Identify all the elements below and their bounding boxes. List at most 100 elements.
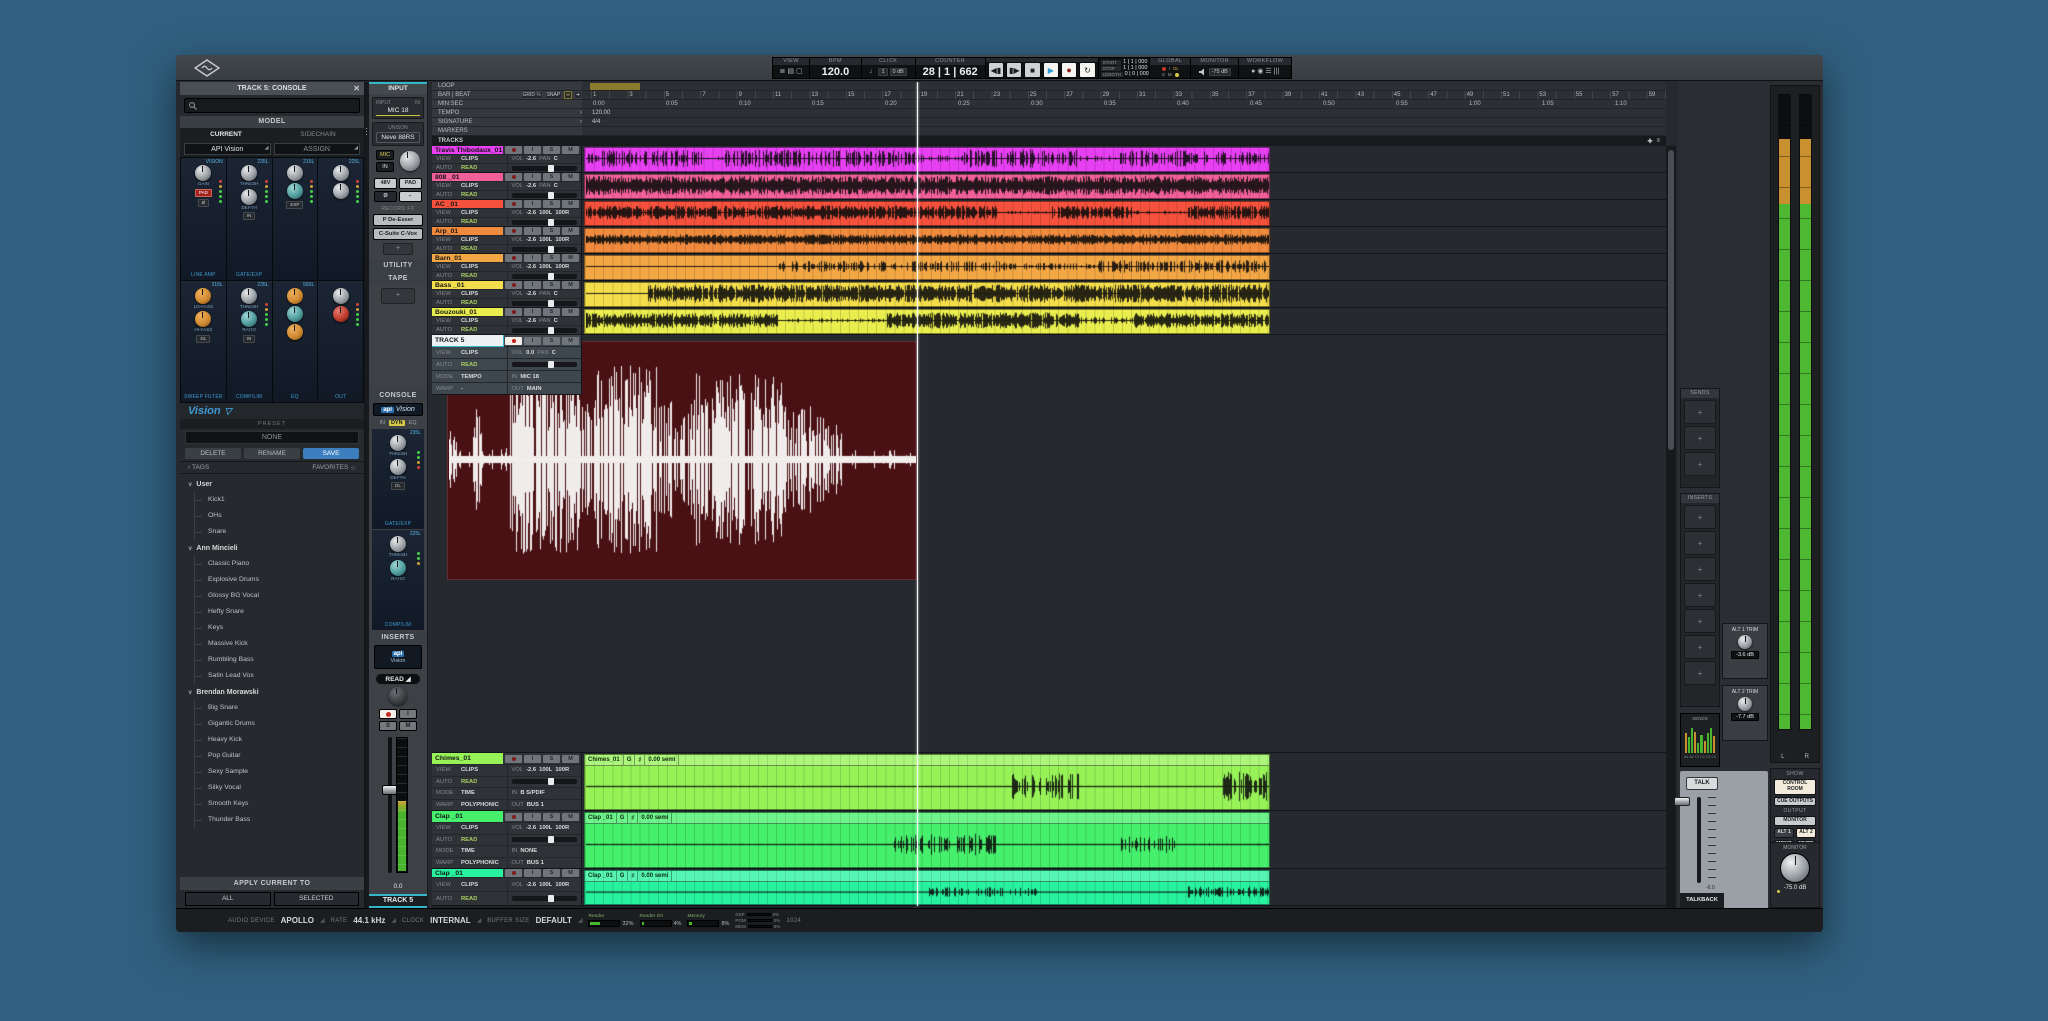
delete-button[interactable]: DELETE — [185, 448, 241, 459]
audio-clip[interactable] — [584, 255, 1270, 280]
module-chip[interactable]: PAD — [195, 189, 212, 197]
record-arm-button[interactable] — [505, 281, 522, 289]
field-value[interactable]: - — [461, 386, 463, 392]
field-value[interactable]: READ — [461, 779, 477, 785]
preset-item[interactable]: Silky Vocal — [180, 780, 364, 796]
preset-item[interactable]: OHs — [180, 508, 364, 524]
module-chip[interactable]: DL — [196, 335, 210, 343]
teal-knob[interactable] — [287, 306, 303, 322]
panel-header[interactable]: TRACK 5: CONSOLE ✕ — [180, 82, 364, 95]
audio-clip[interactable] — [584, 201, 1270, 226]
workflow-faders-icon[interactable]: ||| — [1274, 68, 1279, 75]
mute-button[interactable]: M — [562, 308, 579, 316]
record-arm-button[interactable] — [505, 337, 522, 345]
silver-knob[interactable] — [241, 165, 257, 181]
plugin-module[interactable]: 225L — [318, 158, 363, 280]
global-mute-indicator[interactable]: M — [1168, 72, 1172, 77]
skip-back-button[interactable]: ◀▮ — [988, 62, 1004, 78]
pan-right[interactable]: 100R — [555, 825, 569, 831]
track-lane[interactable] — [432, 227, 1666, 254]
solo-button[interactable]: S — [543, 813, 560, 821]
console-tab-eq[interactable]: EQ — [409, 420, 417, 426]
teal-knob[interactable] — [241, 311, 257, 327]
utility-header[interactable]: UTILITY — [369, 260, 427, 271]
input-monitor-button[interactable]: I — [524, 227, 541, 235]
global-input-indicator[interactable]: I — [1169, 66, 1170, 71]
talkback-fader[interactable] — [1697, 797, 1701, 883]
alt1-trim-knob[interactable] — [1738, 635, 1752, 649]
automation-read-button[interactable]: READ ◢ — [375, 673, 421, 685]
mute-button[interactable]: M — [562, 227, 579, 235]
field-value[interactable]: CLIPS — [461, 291, 478, 297]
solo-button[interactable]: S — [543, 308, 560, 316]
console-plugin-button[interactable]: apiVision — [373, 403, 423, 416]
field-value[interactable]: TIME — [461, 848, 475, 854]
tempo-row[interactable]: TEMPO› 120.00 — [432, 109, 1666, 118]
silver-knob[interactable] — [241, 288, 257, 304]
volume-value[interactable]: -2.6 — [526, 264, 536, 270]
field-value[interactable]: CLIPS — [461, 183, 478, 189]
mute-button[interactable]: M — [562, 813, 579, 821]
solo-button[interactable]: S — [543, 254, 560, 262]
volume-slider[interactable] — [512, 247, 578, 252]
strip-track-name[interactable]: TRACK 5 — [369, 894, 427, 908]
preset-item[interactable]: Sexy Sample — [180, 764, 364, 780]
teal-knob[interactable] — [287, 183, 303, 199]
preset-item[interactable]: Thunder Bass — [180, 812, 364, 828]
comp-thresh-knob[interactable] — [390, 536, 406, 552]
preset-item[interactable]: Hefty Snare — [180, 604, 364, 620]
track-lane[interactable]: Chimes_01G♯0.00 semi — [432, 753, 1666, 811]
depth-knob[interactable] — [390, 459, 406, 475]
module-chip[interactable]: Ø — [198, 199, 210, 207]
global-dim-indicator[interactable] — [1175, 73, 1179, 77]
solo-button[interactable]: S — [543, 869, 560, 877]
track-lane[interactable] — [432, 308, 1666, 335]
plugin-module[interactable]: 215LEXP — [273, 158, 318, 280]
pan-left[interactable]: PAN — [539, 291, 551, 297]
volume-value[interactable]: -2.6 — [526, 156, 536, 162]
field-value[interactable]: READ — [461, 362, 477, 368]
volume-slider[interactable] — [512, 193, 578, 198]
console-header[interactable]: CONSOLE — [369, 390, 427, 401]
plugin-slot[interactable]: + — [1684, 531, 1716, 555]
input-routing-value[interactable]: B S/PDIF — [520, 790, 544, 796]
mic-button[interactable]: MIC — [376, 150, 394, 160]
titlebar[interactable]: VIEW ≣ ▤ ▢ BPM 120.0 CLICK ♩ 1 0 dB — [176, 55, 1823, 81]
preset-item[interactable]: Kick1 — [180, 492, 364, 508]
pan-right[interactable]: 100R — [555, 237, 569, 243]
field-value[interactable]: TEMPO — [461, 374, 482, 380]
click-count-chip[interactable]: 1 — [878, 68, 887, 76]
volume-slider[interactable] — [512, 328, 578, 333]
clock-value[interactable]: INTERNAL — [430, 916, 470, 925]
pan-right[interactable]: C — [554, 183, 558, 189]
input-monitor-button[interactable]: I — [524, 869, 541, 877]
track-header[interactable]: Barn_01ISMVIEWCLIPSVOL-2.6100L100RAUTORE… — [432, 254, 582, 281]
plugin-slot[interactable]: + — [1684, 505, 1716, 529]
record-arm-button[interactable] — [505, 869, 522, 877]
plugin-slot[interactable]: + — [1684, 400, 1716, 424]
solo-button[interactable]: S — [543, 200, 560, 208]
plugin-slot[interactable]: + — [1684, 557, 1716, 581]
phase-button[interactable]: Ø — [374, 191, 397, 202]
track-header[interactable]: Chimes_01ISMVIEWCLIPSVOL-2.6100L100RAUTO… — [432, 753, 582, 811]
signature-row[interactable]: SIGNATURE› 4/4 — [432, 118, 1666, 127]
pan-left[interactable]: PAN — [539, 318, 551, 324]
volume-value[interactable]: -2.6 — [526, 882, 536, 888]
input-monitor-button[interactable]: I — [524, 200, 541, 208]
star-icon[interactable]: ☆ — [350, 464, 356, 472]
input-monitor-button[interactable]: I — [524, 254, 541, 262]
record-arm-button[interactable] — [505, 254, 522, 262]
skip-forward-button[interactable]: ▮▶ — [1006, 62, 1022, 78]
fader-value[interactable]: 0.0 — [369, 883, 427, 894]
solo-button[interactable]: S — [543, 755, 560, 763]
input-monitor-button[interactable]: I — [524, 755, 541, 763]
field-value[interactable]: CLIPS — [461, 264, 478, 270]
vertical-scrollbar[interactable] — [1666, 146, 1676, 908]
add-track-icon[interactable]: ✚ — [1647, 138, 1652, 145]
tape-header[interactable]: TAPE — [369, 273, 427, 284]
record-arm-button[interactable] — [379, 709, 397, 719]
counter-value[interactable]: 28 | 1 | 662 — [923, 66, 978, 78]
workflow-record-icon[interactable]: ● — [1251, 68, 1255, 75]
plugin-module[interactable]: VISIONGAINPADØLINE AMP — [181, 158, 226, 280]
module-chip[interactable]: IN — [243, 212, 256, 220]
